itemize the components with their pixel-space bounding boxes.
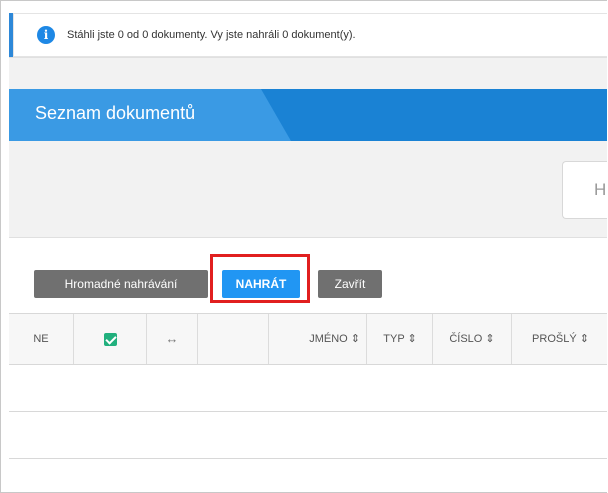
info-icon: i <box>37 26 55 44</box>
search-input[interactable]: Hl <box>562 161 607 219</box>
column-number[interactable]: ČÍSLO ⇕ <box>433 314 512 364</box>
page-title: Seznam dokumentů <box>35 103 196 123</box>
table-row <box>9 365 607 412</box>
toolbar: Hromadné nahrávání NAHRÁT Zavřít <box>9 237 607 314</box>
mass-upload-button[interactable]: Hromadné nahrávání <box>34 270 208 298</box>
column-no[interactable]: NE <box>9 314 74 364</box>
table-row <box>9 412 607 459</box>
close-button[interactable]: Zavřít <box>318 270 382 298</box>
table-row <box>9 459 607 492</box>
documents-table: NE ↔ JMÉNO ⇕ TYP ⇕ ČÍSLO ⇕ PROŠLÝ ⇕ <box>9 313 607 492</box>
column-select[interactable] <box>74 314 147 364</box>
page: i Stáhli jste 0 od 0 dokumenty. Vy jste … <box>0 0 607 493</box>
panel-header: Seznam dokumentů <box>9 89 607 141</box>
search-placeholder: Hl <box>594 180 607 199</box>
spacer <box>9 57 607 90</box>
column-type[interactable]: TYP ⇕ <box>368 314 433 364</box>
info-notice: i Stáhli jste 0 od 0 dokumenty. Vy jste … <box>9 13 607 57</box>
column-name[interactable]: JMÉNO ⇕ <box>269 314 367 364</box>
column-expired[interactable]: PROŠLÝ ⇕ <box>512 314 607 364</box>
upload-button[interactable]: NAHRÁT <box>222 270 300 298</box>
search-area: Hl <box>9 141 607 237</box>
notice-message: Stáhli jste 0 od 0 dokumenty. Vy jste na… <box>67 29 356 41</box>
checkbox-checked-icon[interactable] <box>103 332 117 346</box>
column-blank <box>198 314 269 364</box>
expand-icon[interactable]: ↔ <box>147 314 198 364</box>
table-header: NE ↔ JMÉNO ⇕ TYP ⇕ ČÍSLO ⇕ PROŠLÝ ⇕ <box>9 313 607 365</box>
